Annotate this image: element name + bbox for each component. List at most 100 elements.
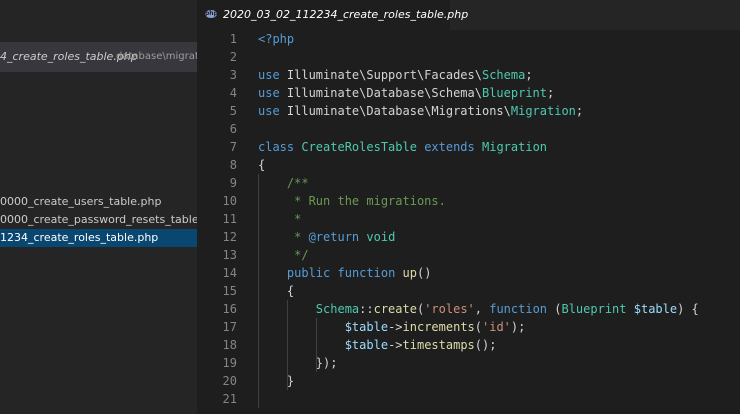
line-number: 1 xyxy=(229,32,237,46)
code-line[interactable]: 14 public function up() xyxy=(197,264,740,282)
code-line[interactable]: 6 xyxy=(197,120,740,138)
code-line[interactable]: 1 <?php xyxy=(197,30,740,48)
tab-label: 2020_03_02_112234_create_roles_table.php xyxy=(223,8,469,21)
code-token: use xyxy=(258,68,280,82)
code-token: ); xyxy=(510,320,526,334)
code-token: -> xyxy=(388,338,403,352)
code-line[interactable]: 17 $table->increments('id'); xyxy=(197,318,740,336)
code-token: use xyxy=(258,104,280,118)
code-text: * xyxy=(258,210,301,228)
code-token: -> xyxy=(388,320,403,334)
code-text: $table->timestamps(); xyxy=(258,336,497,354)
code-token: 'roles' xyxy=(424,302,475,316)
line-number: 13 xyxy=(222,248,237,262)
file-tree: 0000_create_users_table.php 0000_create_… xyxy=(0,193,197,247)
code-line[interactable]: 19 }); xyxy=(197,354,740,372)
code-token: */ xyxy=(258,248,309,262)
explorer-sidebar: 4_create_roles_table.php database\migrat… xyxy=(0,0,197,414)
code-token: $table xyxy=(344,338,389,352)
line-number: 9 xyxy=(229,176,237,190)
file-item-users-table[interactable]: 0000_create_users_table.php xyxy=(0,193,197,211)
code-token: Blueprint xyxy=(481,86,548,100)
code-token: create xyxy=(373,302,417,316)
code-token: (); xyxy=(474,338,497,352)
code-text: * Run the migrations. xyxy=(258,192,446,210)
code-token: Migration xyxy=(510,104,576,118)
code-text: /** xyxy=(258,174,309,192)
line-number: 5 xyxy=(229,104,237,118)
code-line[interactable]: 3 use Illuminate\Support\Facades\Schema; xyxy=(197,66,740,84)
line-number: 12 xyxy=(222,230,237,244)
code-token: increments xyxy=(402,320,475,334)
code-token: ( xyxy=(474,320,482,334)
file-item-password-resets-table[interactable]: 0000_create_password_resets_table.php xyxy=(0,211,197,229)
code-token: } xyxy=(258,374,295,388)
line-number: 7 xyxy=(229,140,237,154)
indent-guide xyxy=(316,318,317,372)
line-number: 20 xyxy=(222,374,237,388)
code-text: <?php xyxy=(258,30,294,48)
code-token: Illuminate\Support\Facades\ xyxy=(279,68,482,82)
code-token: Illuminate\Database\Schema\ xyxy=(279,86,482,100)
code-token: 'id' xyxy=(482,320,511,334)
code-token: () xyxy=(416,266,432,280)
line-number: 15 xyxy=(222,284,237,298)
code-token: function xyxy=(337,266,396,280)
code-editor[interactable]: 1 <?php 2 3 use Illuminate\Support\Facades\S… xyxy=(197,30,740,414)
code-line[interactable]: 15 { xyxy=(197,282,740,300)
php-file-icon: php xyxy=(205,10,218,18)
code-token: /** xyxy=(258,176,309,190)
open-editor-item[interactable]: 4_create_roles_table.php database\migrat… xyxy=(0,42,197,72)
code-line[interactable]: 9 /** xyxy=(197,174,740,192)
code-token: extends xyxy=(424,140,475,154)
code-line[interactable]: 8{ xyxy=(197,156,740,174)
line-number: 14 xyxy=(222,266,237,280)
code-token: ) { xyxy=(677,302,699,316)
code-token: * Run the migrations. xyxy=(258,194,446,208)
line-number: 4 xyxy=(229,86,237,100)
code-token: CreateRolesTable xyxy=(301,140,417,154)
code-token: function xyxy=(489,302,548,316)
code-text: use Illuminate\Database\Schema\Blueprint… xyxy=(258,84,554,102)
code-line[interactable]: 7 class CreateRolesTable extends Migratio… xyxy=(197,138,740,156)
code-text: class CreateRolesTable extends Migration xyxy=(258,138,547,156)
code-token: class xyxy=(258,140,295,154)
line-number: 2 xyxy=(229,50,237,64)
line-number: 6 xyxy=(229,122,237,136)
file-item-roles-table[interactable]: 1234_create_roles_table.php xyxy=(0,229,197,247)
code-line[interactable]: 21 xyxy=(197,390,740,408)
code-line[interactable]: 16 Schema::create('roles', function (Blu… xyxy=(197,300,740,318)
line-number: 17 xyxy=(222,320,237,334)
code-line[interactable]: 18 $table->timestamps(); xyxy=(197,336,740,354)
code-token: * xyxy=(258,212,302,226)
code-line[interactable]: 11 * xyxy=(197,210,740,228)
editor-tab-bar: php 2020_03_02_112234_create_roles_table… xyxy=(197,0,740,30)
tab-roles-table[interactable]: php 2020_03_02_112234_create_roles_table… xyxy=(197,0,468,30)
code-token: ( xyxy=(547,302,562,316)
code-token: Blueprint xyxy=(561,302,627,316)
code-line[interactable]: 5 use Illuminate\Database\Migrations\Migr… xyxy=(197,102,740,120)
code-line[interactable]: 4 use Illuminate\Database\Schema\Blueprin… xyxy=(197,84,740,102)
code-text: $table->increments('id'); xyxy=(258,318,526,336)
code-line[interactable]: 20 } xyxy=(197,372,740,390)
code-line[interactable]: 2 xyxy=(197,48,740,66)
code-line[interactable]: 13 */ xyxy=(197,246,740,264)
line-number: 3 xyxy=(229,68,237,82)
code-text: } xyxy=(258,372,294,390)
code-text: { xyxy=(258,156,265,174)
code-line[interactable]: 12 * @return void xyxy=(197,228,740,246)
code-line[interactable]: 10 * Run the migrations. xyxy=(197,192,740,210)
code-token: timestamps xyxy=(402,338,475,352)
code-token: Schema xyxy=(481,68,526,82)
code-text: public function up() xyxy=(258,264,432,282)
line-number: 10 xyxy=(222,194,237,208)
code-text: Schema::create('roles', function (Bluepr… xyxy=(258,300,699,318)
code-text: }); xyxy=(258,354,338,372)
line-number: 19 xyxy=(222,356,237,370)
code-token: * xyxy=(258,230,309,244)
code-text: */ xyxy=(258,246,309,264)
